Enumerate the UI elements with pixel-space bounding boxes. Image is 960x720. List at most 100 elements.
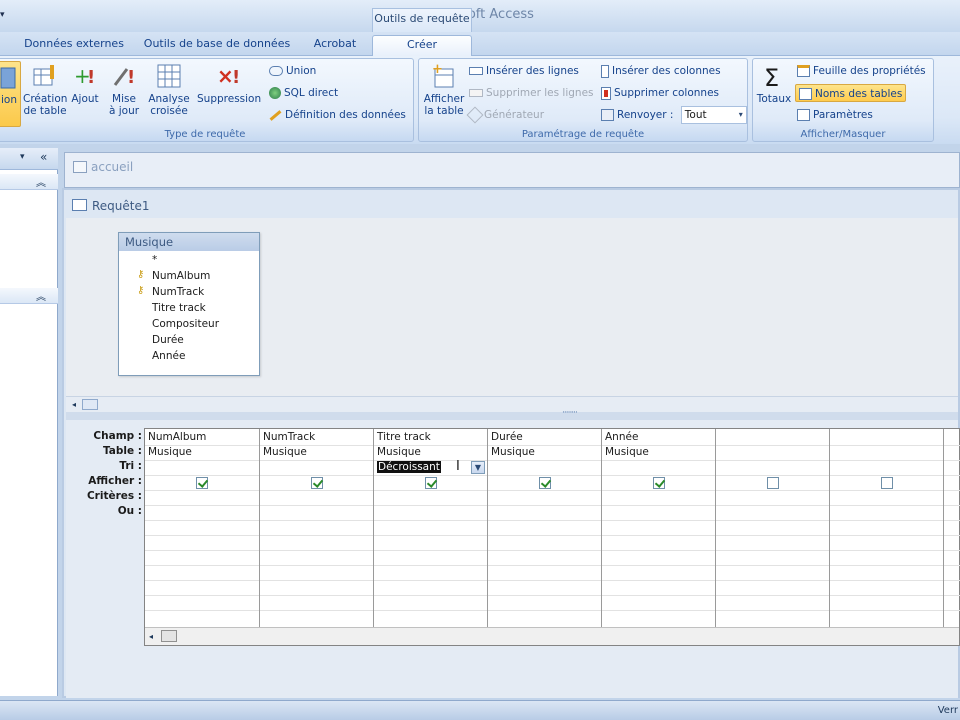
scroll-thumb[interactable] <box>161 630 177 642</box>
field-item[interactable]: Compositeur <box>152 317 219 331</box>
tab-acrobat[interactable]: Acrobat <box>308 35 362 56</box>
grid-column[interactable] <box>716 429 830 627</box>
navigation-pane: ▾ « ︽ ︽ <box>0 148 58 696</box>
cell-table[interactable]: Musique <box>148 445 192 460</box>
collapse-pane-icon[interactable]: « <box>40 150 47 164</box>
afficher-checkbox[interactable] <box>196 477 208 489</box>
field-item[interactable]: Année <box>152 349 185 363</box>
ribbon-tabs: Données externes Outils de base de donné… <box>0 32 960 56</box>
afficher-checkbox[interactable] <box>767 477 779 489</box>
tab-donnees-externes[interactable]: Données externes <box>22 35 126 56</box>
inserer-colonnes-button[interactable]: Insérer des colonnes <box>601 62 721 80</box>
insert-rows-icon <box>469 67 483 75</box>
ribbon: ion Création de table +! Ajout ! Mise à jo… <box>0 56 960 144</box>
afficher-checkbox[interactable] <box>425 477 437 489</box>
noms-tables-button[interactable]: Noms des tables <box>795 84 907 102</box>
definition-donnees-button[interactable]: Définition des données <box>269 106 406 124</box>
field-item[interactable]: Titre track <box>152 301 206 315</box>
nav-dropdown-icon[interactable]: ▾ <box>20 152 25 162</box>
cell-table[interactable]: Musique <box>263 445 307 460</box>
accueil-title: accueil <box>91 160 134 174</box>
afficher-checkbox[interactable] <box>881 477 893 489</box>
totaux-button[interactable]: Σ Totaux <box>755 61 793 105</box>
tab-outils-base[interactable]: Outils de base de données <box>142 35 292 56</box>
query-title: Requête1 <box>92 199 150 213</box>
supprimer-colonnes-button[interactable]: Supprimer colonnes <box>601 84 719 102</box>
sql-direct-button[interactable]: SQL direct <box>269 84 338 102</box>
cell-champ[interactable]: Durée <box>491 430 523 445</box>
afficher-checkbox[interactable] <box>311 477 323 489</box>
analyse-croisee-button[interactable]: Analyse croisée <box>147 61 191 117</box>
key-icon: ⚷ <box>137 285 145 296</box>
ajout-button[interactable]: +! Ajout <box>69 61 101 105</box>
cell-champ[interactable]: NumAlbum <box>148 430 206 445</box>
pane-splitter[interactable]: ········ <box>66 408 958 420</box>
parametres-button[interactable]: Paramètres <box>797 106 873 124</box>
cell-table[interactable]: Musique <box>605 445 649 460</box>
chevron-down-icon[interactable]: ▾ <box>739 107 743 123</box>
grid-column[interactable]: NumAlbum Musique <box>145 429 260 627</box>
field-item[interactable]: * <box>152 253 157 267</box>
field-item[interactable]: NumTrack <box>152 285 204 299</box>
sigma-icon: Σ <box>764 64 779 91</box>
mise-a-jour-button[interactable]: ! Mise à jour <box>107 61 141 117</box>
scroll-left-icon[interactable]: ◂ <box>72 400 76 409</box>
status-lock-indicator: Verr <box>937 705 958 716</box>
creation-table-button[interactable]: Création de table <box>23 61 67 117</box>
grid-column[interactable]: Titre track Musique Décroissant I ▼ <box>374 429 488 627</box>
chevron-up-icon[interactable]: ︽ <box>36 288 46 303</box>
feuille-proprietes-button[interactable]: Feuille des propriétés <box>797 62 926 80</box>
builder-wand-icon <box>466 106 484 124</box>
grid-scrollbar[interactable]: ◂ <box>145 627 959 645</box>
suppression-button[interactable]: ×! Suppression <box>197 61 261 105</box>
scroll-left-icon[interactable]: ◂ <box>149 632 153 641</box>
tri-dropdown-button[interactable]: ▼ <box>471 461 485 474</box>
chevron-up-icon[interactable]: ︽ <box>36 174 46 189</box>
cell-champ[interactable]: Année <box>605 430 638 445</box>
cell-champ[interactable]: Titre track <box>377 430 431 445</box>
grid-column[interactable]: Durée Musique <box>488 429 602 627</box>
scroll-thumb[interactable] <box>82 399 98 410</box>
tab-creer[interactable]: Créer <box>372 35 472 56</box>
grid-column[interactable]: Année Musique <box>602 429 716 627</box>
access-window: ▾ Microsoft Access Outils de requête Don… <box>0 0 960 720</box>
accueil-window[interactable]: accueil <box>64 152 960 188</box>
afficher-checkbox[interactable] <box>653 477 665 489</box>
union-button[interactable]: Union <box>269 62 316 80</box>
union-icon <box>269 66 283 76</box>
field-item[interactable]: Durée <box>152 333 184 347</box>
svg-text:+: + <box>432 62 443 77</box>
grid-column[interactable]: NumTrack Musique <box>260 429 374 627</box>
renvoyer-control: Renvoyer : Tout ▾ <box>601 106 747 124</box>
group-afficher-masquer: Σ Totaux Feuille des propriétés Noms des… <box>752 58 934 142</box>
cell-table[interactable]: Musique <box>377 445 421 460</box>
svg-text:Σ: Σ <box>764 64 779 91</box>
table-pane-scrollbar[interactable]: ◂ <box>66 396 958 412</box>
table-field-list-title: Musique <box>119 233 259 251</box>
afficher-table-button[interactable]: + Afficher la table <box>423 61 465 117</box>
cell-tri[interactable]: Décroissant <box>377 460 441 475</box>
cell-champ[interactable]: NumTrack <box>263 430 315 445</box>
nav-group-header-2[interactable]: ︽ <box>0 288 58 304</box>
group-parametrage: + Afficher la table Insérer des lignes Su… <box>418 58 748 142</box>
run-button[interactable]: ion <box>0 61 21 127</box>
nav-group-header-1[interactable]: ︽ <box>0 174 58 190</box>
chevron-down-icon: ▼ <box>474 463 482 472</box>
delete-icon: ×! <box>217 64 240 88</box>
supprimer-lignes-button[interactable]: Supprimer les lignes <box>469 84 594 102</box>
table-pane: Musique * ⚷ NumAlbum ⚷ NumTrack Titre tr… <box>66 218 958 406</box>
field-item[interactable]: NumAlbum <box>152 269 210 283</box>
generateur-button[interactable]: Générateur <box>466 106 544 124</box>
row-label-champ: Champ : <box>93 430 142 442</box>
svg-text:!: ! <box>232 67 240 88</box>
afficher-checkbox[interactable] <box>539 477 551 489</box>
cell-table[interactable]: Musique <box>491 445 535 460</box>
update-icon: ! <box>113 67 135 88</box>
table-field-list[interactable]: Musique * ⚷ NumAlbum ⚷ NumTrack Titre tr… <box>118 232 260 376</box>
title-bar: ▾ Microsoft Access Outils de requête <box>0 0 960 32</box>
renvoyer-select[interactable]: Tout ▾ <box>680 106 747 124</box>
inserer-lignes-button[interactable]: Insérer des lignes <box>469 62 579 80</box>
status-bar: Verr <box>0 700 960 720</box>
insert-columns-icon <box>601 64 609 78</box>
grid-column[interactable] <box>830 429 944 627</box>
